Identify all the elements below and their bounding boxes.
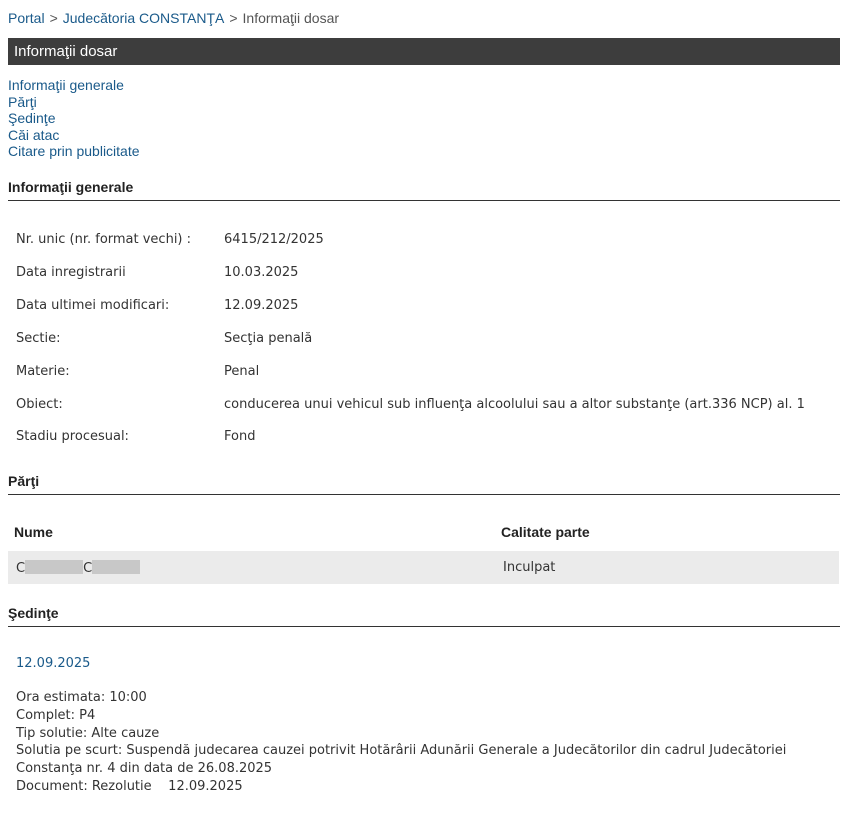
section-heading-informatii-generale: Informaţii generale xyxy=(8,179,840,201)
hearing-detail-line: Tip solutie: Alte cauze xyxy=(16,725,160,741)
toc-link-cai-atac[interactable]: Căi atac xyxy=(8,127,140,144)
breadcrumb-court-link[interactable]: Judecătoria CONSTANŢA xyxy=(63,10,225,26)
section-heading-parti: Părţi xyxy=(8,473,840,495)
info-row: Data ultimei modificari: 12.09.2025 xyxy=(16,298,836,318)
info-label: Materie: xyxy=(16,364,70,379)
info-row: Data inregistrarii 10.03.2025 xyxy=(16,265,836,285)
party-name-initial: C xyxy=(16,561,26,576)
breadcrumb-current: Informaţii dosar xyxy=(242,10,340,26)
info-value: 10.03.2025 xyxy=(224,265,299,280)
hearing-details: Ora estimata: 10:00 Complet: P4 Tip solu… xyxy=(16,689,786,796)
toc-link-informatii-generale[interactable]: Informaţii generale xyxy=(8,77,140,94)
info-value: Fond xyxy=(224,429,256,444)
breadcrumb-portal-link[interactable]: Portal xyxy=(8,10,45,26)
hearing-detail-line: Complet: P4 xyxy=(16,707,96,723)
toc-link-sedinte[interactable]: Şedinţe xyxy=(8,110,140,127)
redacted-name-block xyxy=(25,560,84,574)
info-row: Obiect: conducerea unui vehicul sub infl… xyxy=(16,397,836,417)
info-label: Sectie: xyxy=(16,331,61,346)
hearing-date-link[interactable]: 12.09.2025 xyxy=(16,656,90,671)
column-header-calitate-parte: Calitate parte xyxy=(501,524,590,540)
section-links: Informaţii generale Părţi Şedinţe Căi at… xyxy=(8,77,140,160)
info-value: 6415/212/2025 xyxy=(224,232,324,247)
redacted-name-block xyxy=(92,560,141,574)
party-name-initial: C xyxy=(83,561,93,576)
table-row: CC Inculpat xyxy=(8,551,839,584)
toc-link-citare-prin-publicitate[interactable]: Citare prin publicitate xyxy=(8,143,140,160)
breadcrumb-separator: > xyxy=(229,10,238,26)
info-value: Secţia penală xyxy=(224,331,313,346)
toc-link-parti[interactable]: Părţi xyxy=(8,94,140,111)
info-label: Nr. unic (nr. format vechi) : xyxy=(16,232,192,247)
breadcrumb: Portal > Judecătoria CONSTANŢA > Informaţii … xyxy=(8,10,339,26)
party-name: CC xyxy=(16,560,141,576)
section-heading-sedinte: Şedinţe xyxy=(8,605,840,627)
info-row: Nr. unic (nr. format vechi) : 6415/212/2… xyxy=(16,232,836,252)
info-row: Stadiu procesual: Fond xyxy=(16,429,836,449)
hearing-document-line: Document: Rezolutie 12.09.2025 xyxy=(16,778,243,794)
info-row: Materie: Penal xyxy=(16,364,836,384)
info-label: Stadiu procesual: xyxy=(16,429,129,444)
breadcrumb-separator: > xyxy=(49,10,58,26)
info-value: conducerea unui vehicul sub influenţa al… xyxy=(224,397,805,412)
info-label: Data inregistrarii xyxy=(16,265,126,280)
info-label: Obiect: xyxy=(16,397,63,412)
hearing-detail-line: Solutia pe scurt: Suspendă judecarea cau… xyxy=(16,743,787,759)
info-row: Sectie: Secţia penală xyxy=(16,331,836,351)
info-value: Penal xyxy=(224,364,260,379)
column-header-nume: Nume xyxy=(14,524,53,540)
info-label: Data ultimei modificari: xyxy=(16,298,170,313)
hearing-detail-line: Ora estimata: 10:00 xyxy=(16,690,147,705)
page-title-bar: Informaţii dosar xyxy=(8,38,840,65)
info-value: 12.09.2025 xyxy=(224,298,299,313)
party-role: Inculpat xyxy=(503,560,556,575)
page-title: Informaţii dosar xyxy=(14,43,118,60)
hearing-detail-line: Constanţa nr. 4 din data de 26.08.2025 xyxy=(16,761,273,777)
